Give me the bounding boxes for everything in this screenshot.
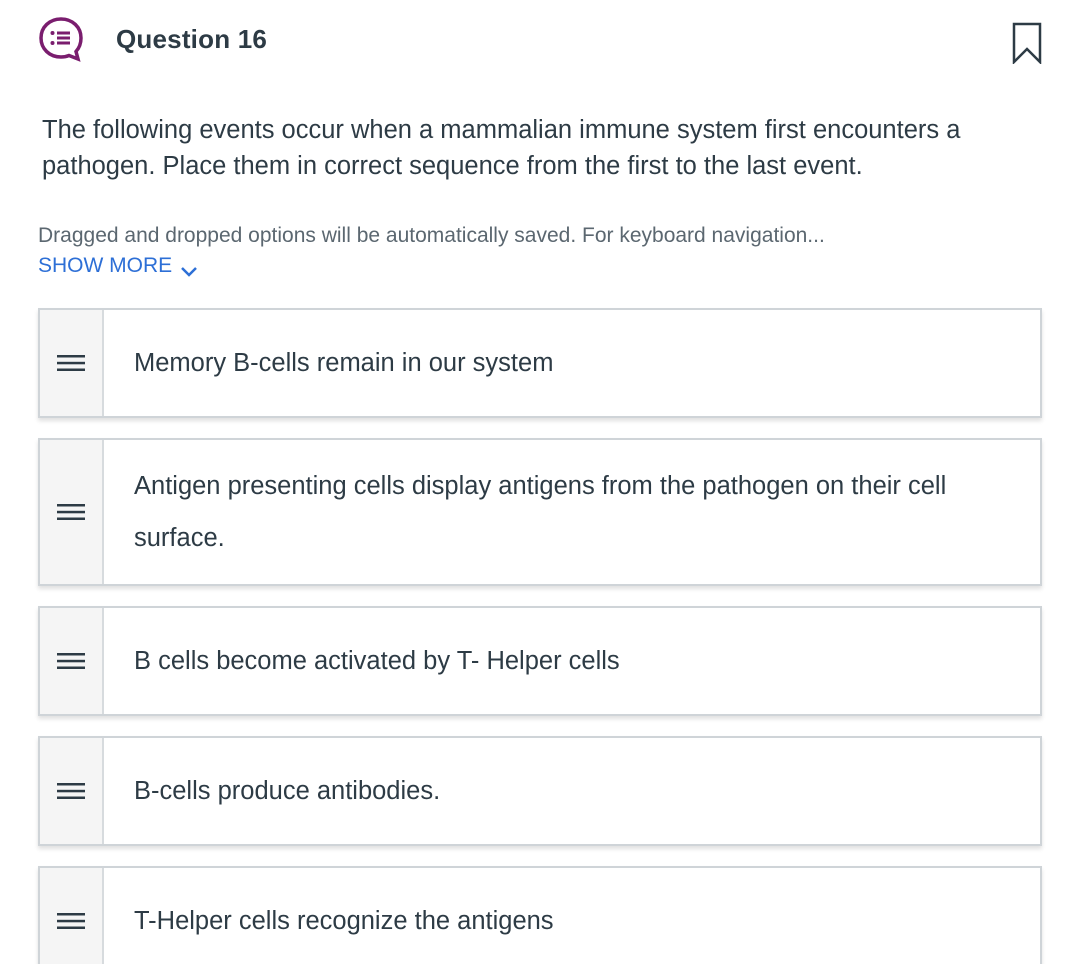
question-header: Question 16 (38, 16, 1042, 68)
sortable-option[interactable]: T-Helper cells recognize the antigens (38, 866, 1042, 964)
sortable-option[interactable]: Memory B-cells remain in our system (38, 308, 1042, 418)
sortable-option[interactable]: B cells become activated by T- Helper ce… (38, 606, 1042, 716)
question-title: Question 16 (116, 24, 268, 54)
show-more-label: SHOW MORE (38, 254, 173, 277)
option-label: T-Helper cells recognize the antigens (134, 907, 554, 935)
show-more-link[interactable]: SHOW MORE (38, 254, 198, 278)
drag-instructions: Dragged and dropped options will be auto… (38, 224, 825, 247)
drag-handle-icon[interactable] (40, 738, 104, 844)
bookmark-icon[interactable] (1012, 22, 1042, 66)
drag-handle-icon[interactable] (40, 440, 104, 584)
sortable-option[interactable]: Antigen presenting cells display antigen… (38, 438, 1042, 586)
list-bubble-icon (38, 16, 84, 62)
drag-handle-icon[interactable] (40, 608, 104, 714)
sortable-option[interactable]: B-cells produce antibodies. (38, 736, 1042, 846)
quiz-question-page: Question 16 The following events occur w… (0, 0, 1078, 964)
question-prompt: The following events occur when a mammal… (42, 116, 961, 180)
option-label: Antigen presenting cells display antigen… (134, 472, 947, 552)
option-label: B cells become activated by T- Helper ce… (134, 647, 620, 675)
option-label: Memory B-cells remain in our system (134, 349, 554, 377)
option-label: B-cells produce antibodies. (134, 777, 441, 805)
drag-handle-icon[interactable] (40, 868, 104, 964)
drag-handle-icon[interactable] (40, 310, 104, 416)
chevron-down-icon (180, 260, 198, 277)
